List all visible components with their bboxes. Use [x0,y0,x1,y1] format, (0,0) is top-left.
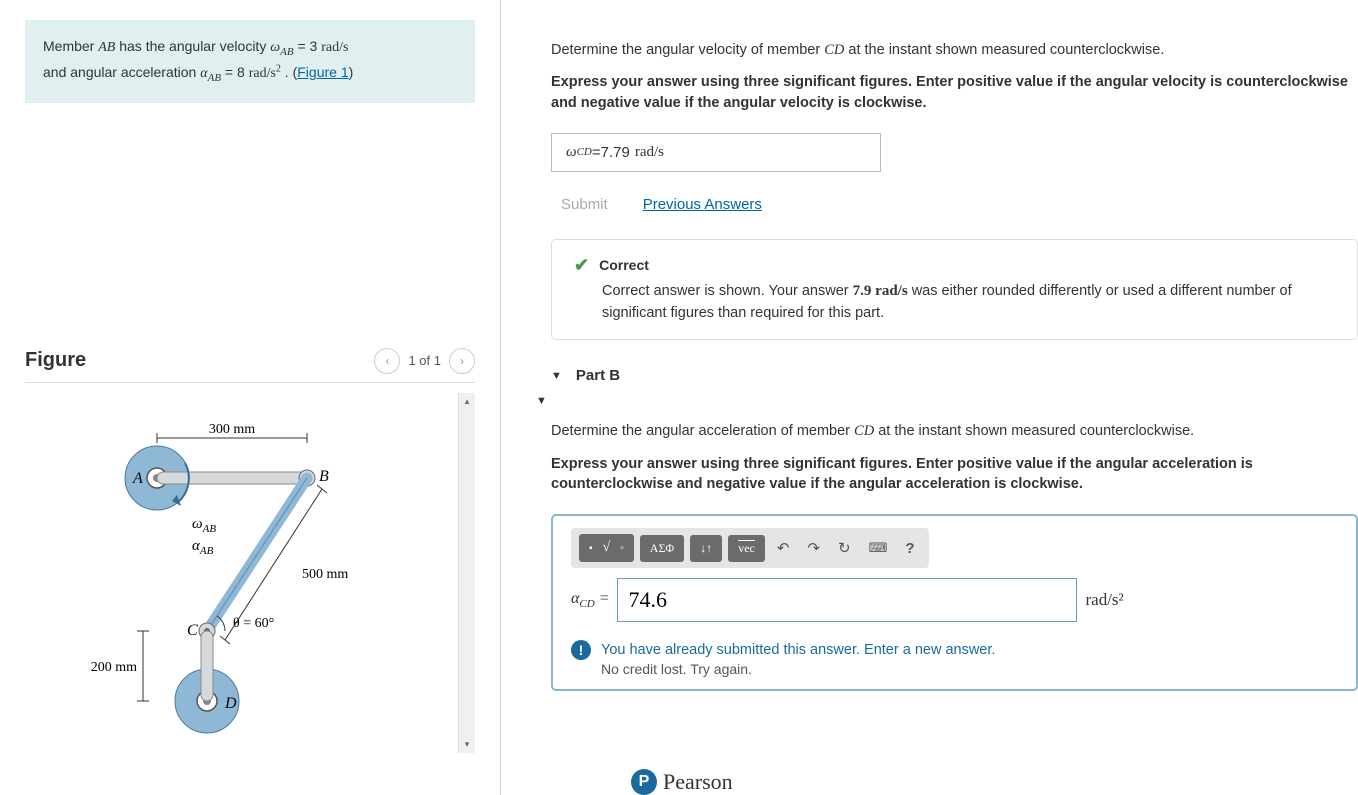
part-b-instructions: Express your answer using three signific… [551,454,1358,495]
figure-nav: ‹ 1 of 1 › [374,348,475,374]
equation-toolbar: ▪√▫ ΑΣΦ ↓↑ vec ↶ ↷ ↻ ⌨ ? [571,528,929,568]
text: and angular acceleration [43,64,200,80]
collapse-part-a-icon[interactable]: ▼ [536,395,547,407]
dim-ab: 300 mm [208,422,254,437]
pearson-logo-icon: P [631,769,657,795]
problem-statement: Member AB has the angular velocity ωAB =… [25,20,475,103]
pearson-footer: P Pearson [631,769,733,795]
pearson-brand: Pearson [663,769,733,795]
figure-image: 300 mm 500 mm 200 mm θ = 60° A B C D [25,393,458,753]
left-panel: Member AB has the angular velocity ωAB =… [0,0,500,795]
warning-line1: You have already submitted this answer. … [601,640,995,660]
label-b: B [319,468,329,485]
keyboard-button[interactable]: ⌨ [863,536,894,560]
member-label: AB [98,40,115,55]
part-b-title: Part B [576,367,620,384]
part-a-value: 7.79 [601,144,630,161]
figure-header: Figure ‹ 1 of 1 › [25,348,475,383]
part-b-question: Determine the angular acceleration of me… [551,421,1358,441]
check-icon: ✔ [574,255,589,276]
scroll-down-icon[interactable]: ▾ [462,736,473,753]
theta-label: θ = 60° [233,616,274,631]
part-b-units: rad/s² [1085,590,1123,610]
part-a-feedback: ✔ Correct Correct answer is shown. Your … [551,239,1358,341]
label-c: C [187,622,198,639]
alpha-sub: AB [208,72,221,84]
part-b-editor: ▪√▫ ΑΣΦ ↓↑ vec ↶ ↷ ↻ ⌨ ? αCD = rad/s² ! … [551,514,1358,690]
alpha-units: rad/s2 [249,66,281,81]
figure-next-button[interactable]: › [449,348,475,374]
vec-button[interactable]: vec [728,535,765,562]
dim-cd: 200 mm [90,660,136,675]
correct-label: Correct [599,257,649,273]
text: . ( [281,64,297,80]
right-panel: ▼ Determine the angular velocity of memb… [501,0,1358,795]
text: has the angular velocity [115,38,270,54]
figure-title: Figure [25,349,86,372]
submitted-answer: 7.9 rad/s [853,283,908,299]
text: Member [43,38,98,54]
collapse-part-b-icon[interactable]: ▼ [551,370,562,382]
figure-link[interactable]: Figure 1 [297,64,348,80]
part-a-instructions: Express your answer using three signific… [551,72,1358,113]
omega-label: ω [192,516,203,532]
omega-val: = 3 [294,38,322,54]
omega-units: rad/s [321,40,348,55]
figure-area: 300 mm 500 mm 200 mm θ = 60° A B C D [25,393,475,753]
previous-answers-link[interactable]: Previous Answers [643,196,762,213]
reset-button[interactable]: ↻ [832,535,857,561]
figure-prev-button[interactable]: ‹ [374,348,400,374]
alpha-val: = 8 [221,64,249,80]
part-a-question: Determine the angular velocity of member… [551,40,1358,60]
undo-button[interactable]: ↶ [771,535,796,561]
alpha-sym: α [200,66,207,81]
svg-text:αAB: αAB [192,538,214,557]
part-b-warning: ! You have already submitted this answer… [571,640,1338,676]
part-b-header[interactable]: ▼ Part B [551,355,1358,396]
redo-button[interactable]: ↷ [801,535,826,561]
part-b-input-row: αCD = rad/s² [571,578,1338,622]
warning-line2: No credit lost. Try again. [601,661,995,677]
scroll-up-icon[interactable]: ▴ [462,393,473,410]
help-button[interactable]: ? [899,536,920,561]
label-a: A [132,470,143,487]
figure-scrollbar[interactable]: ▴ ▾ [458,393,475,753]
greek-button[interactable]: ΑΣΦ [640,535,684,562]
dim-bc: 500 mm [302,567,348,582]
part-b-value-input[interactable] [617,578,1077,622]
label-d: D [224,695,237,712]
omega-sym: ω [270,40,280,55]
warning-icon: ! [571,640,591,660]
part-a-answer-display: ωCD = 7.79 rad/s [551,133,881,172]
omega-sub: AB [280,46,293,58]
svg-text:ωAB: ωAB [192,516,216,535]
figure-counter: 1 of 1 [408,353,441,368]
submit-button-disabled: Submit [551,190,618,219]
templates-button[interactable]: ▪√▫ [579,534,634,562]
subscript-button[interactable]: ↓↑ [690,535,722,562]
text: ) [349,64,354,80]
